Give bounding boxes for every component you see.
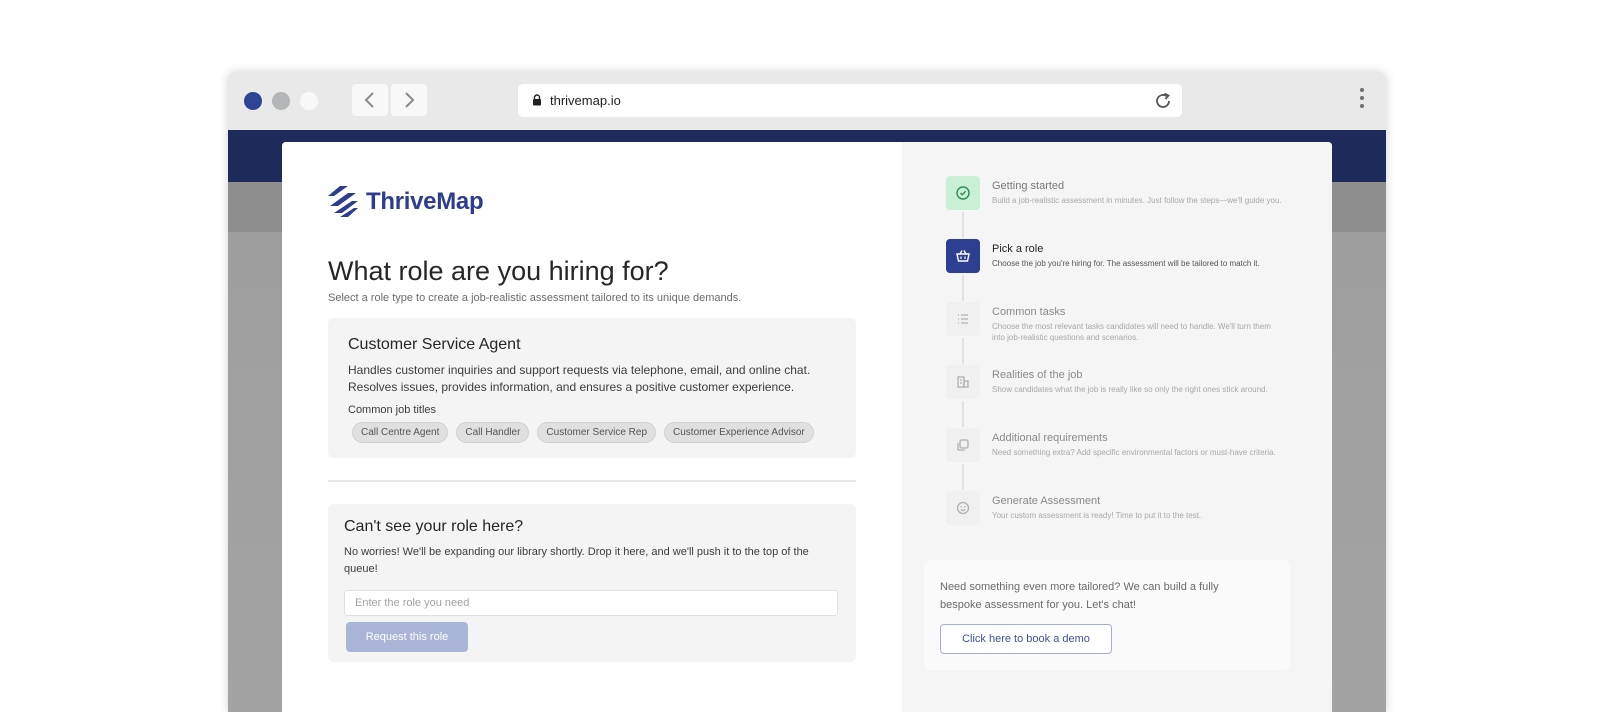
step-connector [962, 212, 964, 238]
window-minimize-dot[interactable] [272, 92, 290, 110]
role-card-customer-service-agent[interactable]: Customer Service Agent Handles customer … [328, 318, 856, 458]
section-divider [328, 480, 856, 482]
step-description: Choose the job you're hiring for. The as… [992, 259, 1260, 268]
step-title: Additional requirements [992, 432, 1108, 444]
job-title-chip: Customer Experience Advisor [664, 422, 814, 443]
job-title-chip: Customer Service Rep [537, 422, 657, 443]
role-description: Handles customer inquiries and support r… [348, 363, 811, 394]
request-role-description: No worries! We'll be expanding our libra… [344, 546, 809, 575]
step-additional-requirements[interactable]: Additional requirements Need something e… [946, 428, 1286, 491]
step-description: Build a job-realistic assessment in minu… [992, 196, 1282, 205]
book-demo-box: Need something even more tailored? We ca… [924, 560, 1290, 670]
main-panel: ThriveMap What role are you hiring for? … [282, 142, 902, 712]
check-circle-icon [946, 176, 980, 210]
step-title: Getting started [992, 180, 1065, 192]
page-viewport: ThriveMap What role are you hiring for? … [228, 130, 1386, 712]
request-role-title: Can't see your role here? [344, 518, 524, 535]
role-request-input[interactable] [344, 590, 838, 616]
step-connector [962, 401, 964, 427]
browser-menu-icon[interactable] [1360, 88, 1364, 108]
logo[interactable]: ThriveMap [328, 186, 484, 218]
job-title-chip: Call Handler [456, 422, 530, 443]
url-text: thrivemap.io [550, 93, 621, 108]
chevron-left-icon [364, 92, 374, 108]
steps-sidebar: Getting started Build a job-realistic as… [902, 142, 1332, 712]
job-title-chips: Call Centre Agent Call Handler Customer … [352, 422, 814, 443]
window-close-dot[interactable] [244, 92, 262, 110]
step-connector [962, 338, 964, 364]
common-job-titles-label: Common job titles [348, 404, 437, 416]
forward-button[interactable] [391, 84, 427, 116]
lock-icon [533, 94, 541, 106]
step-title: Common tasks [992, 306, 1066, 318]
reload-icon[interactable] [1152, 90, 1174, 112]
logo-text: ThriveMap [366, 188, 484, 215]
thrivemap-logo-icon [328, 186, 358, 217]
step-generate-assessment[interactable]: Generate Assessment Your custom assessme… [946, 491, 1286, 554]
step-pick-a-role[interactable]: Pick a role Choose the job you're hiring… [946, 239, 1286, 302]
chevron-right-icon [405, 92, 415, 108]
window-maximize-dot[interactable] [300, 92, 318, 110]
step-description: Need something extra? Add specific envir… [992, 448, 1276, 457]
step-connector [962, 464, 964, 490]
role-title: Customer Service Agent [348, 336, 521, 353]
address-bar[interactable]: thrivemap.io [518, 84, 1182, 117]
step-title: Realities of the job [992, 369, 1083, 381]
job-title-chip: Call Centre Agent [352, 422, 449, 443]
page-title: What role are you hiring for? [328, 256, 669, 286]
steps-list: Getting started Build a job-realistic as… [946, 176, 1286, 554]
building-icon [946, 365, 980, 399]
step-title: Pick a role [992, 243, 1044, 255]
basket-icon [946, 239, 980, 273]
step-description: Choose the most relevant tasks candidate… [992, 322, 1271, 342]
step-description: Your custom assessment is ready! Time to… [992, 511, 1202, 520]
browser-toolbar: thrivemap.io [228, 72, 1386, 130]
book-demo-button[interactable]: Click here to book a demo [940, 624, 1112, 654]
list-icon [946, 302, 980, 336]
smile-icon [946, 491, 980, 525]
back-button[interactable] [352, 84, 388, 116]
builder-card: ThriveMap What role are you hiring for? … [282, 142, 1332, 712]
book-demo-text: Need something even more tailored? We ca… [940, 581, 1219, 611]
step-common-tasks[interactable]: Common tasks Choose the most relevant ta… [946, 302, 1286, 365]
request-role-card: Can't see your role here? No worries! We… [328, 504, 856, 662]
step-title: Generate Assessment [992, 495, 1101, 507]
browser-window: thrivemap.io ThriveMap What role are you… [228, 72, 1386, 712]
request-role-button[interactable]: Request this role [346, 622, 468, 652]
step-connector [962, 275, 964, 301]
copy-icon [946, 428, 980, 462]
step-description: Show candidates what the job is really l… [992, 385, 1268, 394]
step-getting-started[interactable]: Getting started Build a job-realistic as… [946, 176, 1286, 239]
page-subtitle: Select a role type to create a job-reali… [328, 292, 742, 304]
step-realities-of-the-job[interactable]: Realities of the job Show candidates wha… [946, 365, 1286, 428]
